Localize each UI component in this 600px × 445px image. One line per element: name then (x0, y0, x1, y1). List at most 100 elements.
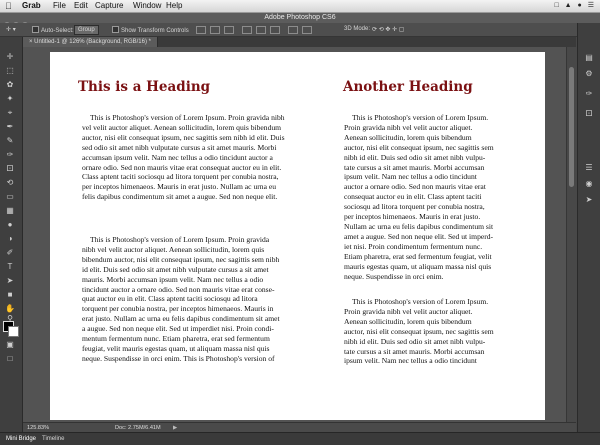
layers-panel-icon[interactable]: ☰ (583, 163, 595, 173)
menu-window[interactable]: Window (133, 1, 161, 10)
text-line: This is Photoshop's version of Lorem Ips… (90, 235, 270, 244)
text-line: mauris egestas quam, ut aliquam massa ni… (344, 261, 492, 271)
show-transform-checkbox[interactable]: Show Transform Controls (112, 26, 189, 34)
vertical-scrollbar[interactable] (566, 47, 577, 422)
marquee-icon[interactable]: ⬚ (4, 65, 16, 77)
tab-mini-bridge[interactable]: Mini Bridge (6, 436, 36, 442)
text-line: tate cursus a sit amet mauris. Morbi acc… (344, 346, 485, 356)
eyedropper-icon[interactable]: ✒ (4, 121, 16, 133)
tab-timeline[interactable]: Timeline (42, 436, 64, 442)
text-line: auctor, nisi elit consequat ipsum, nec s… (344, 142, 494, 152)
document-tab-label: Untitled-1 @ 126% (Background, RGB/16) * (34, 39, 151, 45)
document-canvas[interactable]: This is a Heading This is Photoshop's ve… (50, 52, 545, 420)
3d-rotate-icon[interactable]: ⟳ ⟲ ✥ ✛ ▢ (372, 26, 404, 33)
gradient-icon[interactable]: ▦ (4, 205, 16, 217)
distribute-icon[interactable] (302, 26, 312, 34)
checkbox-icon (32, 26, 39, 33)
align-left-icon[interactable] (242, 26, 252, 34)
clone-source-panel-icon[interactable]: ⚀ (583, 109, 595, 119)
mac-menubar:  Grab File Edit Capture Window Help □ ▲… (0, 0, 600, 13)
text-line: per inceptos himenaeos. Mauris in erat j… (344, 212, 481, 222)
quick-mask-icon[interactable]: ▣ (4, 339, 16, 351)
text-line: auctor a ornare odio. Sed non mauris vit… (344, 182, 486, 192)
path-select-icon[interactable]: ➤ (4, 275, 16, 287)
clone-stamp-icon[interactable]: ⚀ (4, 163, 16, 175)
brush-panel-icon[interactable]: ✑ (583, 89, 595, 99)
text-line: Aenean sollicitudin, lorem quis bibendum (344, 316, 472, 326)
right-panel-dock: ▤ ⚙ ✑ ⚀ ☰ ◉ ➤ (577, 23, 600, 437)
shape-icon[interactable]: ■ (4, 289, 16, 301)
align-middle-icon[interactable] (210, 26, 220, 34)
properties-panel-icon[interactable]: ⚙ (583, 69, 595, 79)
text-line: feugiat, velit mauris egestas quam, ut a… (82, 343, 270, 353)
text-line: id elit. Duis sed odio sit amet nibh vul… (82, 264, 269, 274)
text-line: This is Photoshop's version of Lorem Ips… (352, 113, 489, 122)
text-line: sociosqu ad litora torquent per conubia … (344, 202, 485, 212)
zoom-level[interactable]: 125.83% (27, 425, 49, 431)
text-line: Aenean sollicitudin, lorem quis bibendum (344, 132, 472, 142)
left-paragraph-1: This is Photoshop's version of Lorem Ips… (82, 113, 342, 202)
healing-brush-icon[interactable]: ✎ (4, 135, 16, 147)
window-title: Adobe Photoshop CS6 (264, 14, 336, 21)
type-icon[interactable]: T (4, 261, 16, 273)
text-line: erat justo. Nullam ac urna eu felis dapi… (82, 314, 280, 324)
text-line: nibh vel velit auctor aliquet. Aenean so… (82, 244, 265, 254)
text-line: neque. Suspendisse in orci enim. This is… (82, 353, 275, 363)
right-paragraph-2: This is Photoshop's version of Lorem Ips… (344, 297, 540, 366)
move-icon[interactable]: ✛ (4, 51, 16, 63)
apple-icon[interactable]:  (5, 1, 12, 11)
menu-app-name[interactable]: Grab (22, 1, 41, 10)
status-menu-arrow-icon[interactable]: ▶ (173, 425, 177, 431)
distribute-icon[interactable] (288, 26, 298, 34)
text-line: neque. Suspendisse in orci enim. (344, 271, 444, 281)
text-line: vel velit auctor aliquet. Aenean sollici… (82, 122, 282, 132)
text-line: auctor, nisi elit consequat ipsum, nec s… (82, 132, 285, 142)
document-tab-bar: × Untitled-1 @ 126% (Background, RGB/16)… (23, 37, 576, 47)
right-heading: Another Heading (343, 79, 473, 95)
background-color-swatch[interactable] (8, 326, 19, 337)
menu-edit[interactable]: Edit (74, 1, 88, 10)
align-bottom-icon[interactable] (224, 26, 234, 34)
auto-select-checkbox[interactable]: Auto-Select: (32, 26, 74, 34)
lasso-icon[interactable]: ✿ (4, 79, 16, 91)
document-tab[interactable]: × Untitled-1 @ 126% (Background, RGB/16)… (23, 37, 158, 47)
doc-size: Doc: 2.75M/6.41M (115, 425, 161, 431)
move-tool-icon[interactable]: ✛ ▾ (6, 26, 16, 33)
text-line: a augue. Sed non neque elit. Sed ut impe… (82, 324, 274, 334)
auto-select-label: Auto-Select: (41, 28, 74, 34)
status-icons: □ ▲ ● ☰ (554, 2, 596, 9)
tools-panel: ✛ ⬚ ✿ ✦ ⌖ ✒ ✎ ✑ ⚀ ⟲ ▭ ▦ ● ◑ ✐ T ➤ ■ ✋ ⚲ … (0, 37, 23, 437)
text-line: Etiam pharetra, erat sed fermentum feugi… (344, 251, 492, 261)
history-brush-icon[interactable]: ⟲ (4, 177, 16, 189)
scrollbar-thumb[interactable] (569, 67, 574, 187)
text-line: Proin gravida nibh vel velit auctor aliq… (344, 306, 473, 316)
text-line: ipsum velit. Nam nec tellus a odio tinci… (344, 356, 477, 366)
align-center-icon[interactable] (256, 26, 266, 34)
options-bar: ✛ ▾ Auto-Select: Group Show Transform Co… (0, 23, 600, 37)
text-line: amet a augue. Sed non neque elit. Sed ut… (344, 231, 494, 241)
eraser-icon[interactable]: ▭ (4, 191, 16, 203)
screen-mode-icon[interactable]: □ (4, 353, 16, 365)
align-right-icon[interactable] (270, 26, 280, 34)
crop-icon[interactable]: ⌖ (4, 107, 16, 119)
text-line: This is Photoshop's version of Lorem Ips… (90, 113, 285, 122)
quick-select-icon[interactable]: ✦ (4, 93, 16, 105)
text-line: ipsum velit. Nam nec tellus a odio tinci… (344, 172, 477, 182)
menu-file[interactable]: File (53, 1, 66, 10)
align-top-icon[interactable] (196, 26, 206, 34)
menu-help[interactable]: Help (166, 1, 182, 10)
menu-capture[interactable]: Capture (95, 1, 123, 10)
left-paragraph-2: This is Photoshop's version of Lorem Ips… (82, 235, 342, 364)
text-line: sed odio sit amet nibh vulputate cursus … (82, 142, 277, 152)
brush-icon[interactable]: ✑ (4, 149, 16, 161)
pen-icon[interactable]: ✐ (4, 247, 16, 259)
history-panel-icon[interactable]: ▤ (583, 53, 595, 63)
dodge-icon[interactable]: ◑ (4, 233, 16, 245)
auto-select-dropdown[interactable]: Group (74, 25, 99, 35)
paths-panel-icon[interactable]: ➤ (583, 195, 595, 205)
blur-icon[interactable]: ● (4, 219, 16, 231)
text-line: This is Photoshop's version of Lorem Ips… (352, 297, 489, 306)
channels-panel-icon[interactable]: ◉ (583, 179, 595, 189)
text-line: Proin gravida nibh vel velit auctor aliq… (344, 122, 473, 132)
text-line: consequat auctor eu in elit. Class apten… (344, 192, 482, 202)
